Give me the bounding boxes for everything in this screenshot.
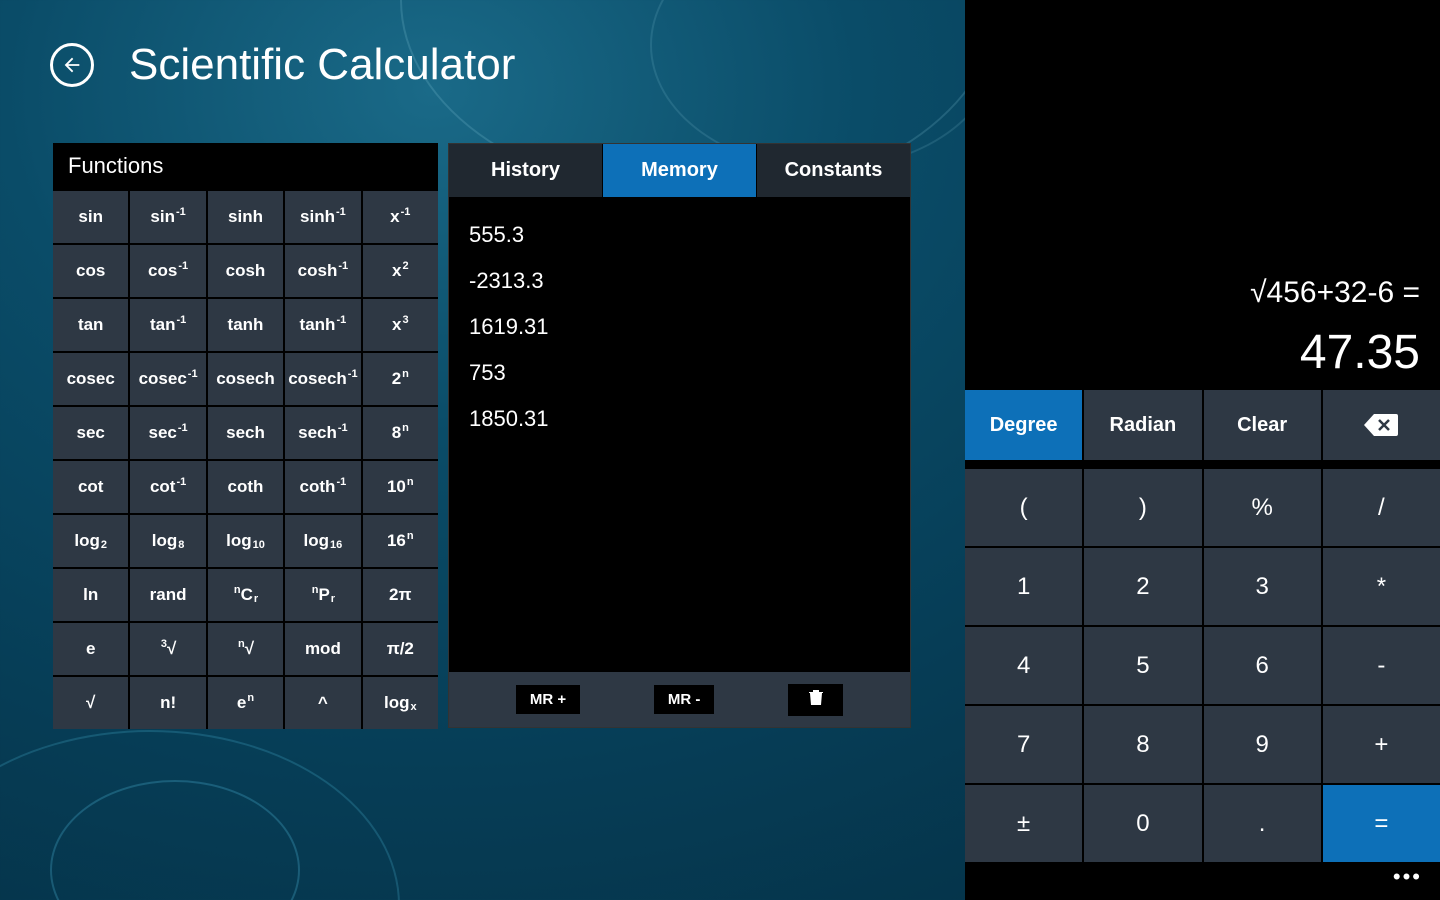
function-button[interactable]: sin-1 — [130, 191, 205, 243]
decorative-swirl — [0, 730, 400, 900]
function-button[interactable]: n! — [130, 677, 205, 729]
function-button[interactable]: mod — [285, 623, 360, 675]
function-button[interactable]: 16n — [363, 515, 438, 567]
key-[interactable]: ) — [1084, 469, 1201, 546]
function-button[interactable]: n√ — [208, 623, 283, 675]
functions-title: Functions — [53, 143, 438, 191]
function-button[interactable]: x2 — [363, 245, 438, 297]
key-[interactable]: - — [1323, 627, 1440, 704]
key-6[interactable]: 6 — [1204, 627, 1321, 704]
memory-item[interactable]: 555.3 — [469, 212, 890, 258]
function-button[interactable]: log10 — [208, 515, 283, 567]
memory-delete-button[interactable] — [788, 684, 843, 716]
degree-button[interactable]: Degree — [965, 390, 1082, 460]
function-button[interactable]: cos-1 — [130, 245, 205, 297]
function-button[interactable]: e — [53, 623, 128, 675]
function-button[interactable]: sech-1 — [285, 407, 360, 459]
key-0[interactable]: 0 — [1084, 785, 1201, 862]
function-button[interactable]: cot-1 — [130, 461, 205, 513]
function-button[interactable]: nPr — [285, 569, 360, 621]
key-9[interactable]: 9 — [1204, 706, 1321, 783]
memory-panel: HistoryMemoryConstants 555.3-2313.31619.… — [448, 143, 911, 728]
trash-icon — [809, 690, 823, 706]
mr-plus-button[interactable]: MR + — [516, 685, 580, 714]
back-button[interactable] — [50, 43, 94, 87]
function-button[interactable]: tan — [53, 299, 128, 351]
function-button[interactable]: cosech-1 — [285, 353, 360, 405]
function-button[interactable]: ln — [53, 569, 128, 621]
calculator-panel: √456+32-6 = 47.35 DegreeRadianClear()%/1… — [965, 0, 1440, 900]
key-[interactable]: = — [1323, 785, 1440, 862]
function-button[interactable]: cot — [53, 461, 128, 513]
function-button[interactable]: sec-1 — [130, 407, 205, 459]
key-7[interactable]: 7 — [965, 706, 1082, 783]
function-button[interactable]: π/2 — [363, 623, 438, 675]
function-button[interactable]: tan-1 — [130, 299, 205, 351]
function-button[interactable]: x3 — [363, 299, 438, 351]
function-button[interactable]: 8n — [363, 407, 438, 459]
tab-memory[interactable]: Memory — [603, 144, 757, 197]
key-2[interactable]: 2 — [1084, 548, 1201, 625]
memory-item[interactable]: 753 — [469, 350, 890, 396]
tab-constants[interactable]: Constants — [757, 144, 910, 197]
function-button[interactable]: 10n — [363, 461, 438, 513]
page-title: Scientific Calculator — [129, 40, 515, 90]
function-button[interactable]: cosh-1 — [285, 245, 360, 297]
memory-item[interactable]: 1619.31 — [469, 304, 890, 350]
function-button[interactable]: log2 — [53, 515, 128, 567]
key-[interactable]: + — [1323, 706, 1440, 783]
function-button[interactable]: rand — [130, 569, 205, 621]
radian-button[interactable]: Radian — [1084, 390, 1201, 460]
memory-item[interactable]: -2313.3 — [469, 258, 890, 304]
function-button[interactable]: cosec-1 — [130, 353, 205, 405]
clear-button[interactable]: Clear — [1204, 390, 1321, 460]
key-8[interactable]: 8 — [1084, 706, 1201, 783]
function-button[interactable]: en — [208, 677, 283, 729]
key-3[interactable]: 3 — [1204, 548, 1321, 625]
function-button[interactable]: logx — [363, 677, 438, 729]
decorative-swirl — [50, 780, 300, 900]
function-button[interactable]: cosech — [208, 353, 283, 405]
function-button[interactable]: sech — [208, 407, 283, 459]
function-button[interactable]: 2π — [363, 569, 438, 621]
function-button[interactable]: log16 — [285, 515, 360, 567]
function-button[interactable]: 3√ — [130, 623, 205, 675]
function-button[interactable]: sinh-1 — [285, 191, 360, 243]
result-display: 47.35 — [1300, 325, 1420, 380]
function-button[interactable]: tanh-1 — [285, 299, 360, 351]
expression-display: √456+32-6 = — [1250, 276, 1420, 310]
function-button[interactable]: log8 — [130, 515, 205, 567]
function-button[interactable]: 2n — [363, 353, 438, 405]
key-[interactable]: % — [1204, 469, 1321, 546]
function-button[interactable]: √ — [53, 677, 128, 729]
key-[interactable]: ( — [965, 469, 1082, 546]
function-button[interactable]: nCr — [208, 569, 283, 621]
more-button[interactable]: ••• — [1393, 864, 1422, 890]
key-5[interactable]: 5 — [1084, 627, 1201, 704]
key-[interactable]: ± — [965, 785, 1082, 862]
function-button[interactable]: ^ — [285, 677, 360, 729]
function-button[interactable]: sec — [53, 407, 128, 459]
function-button[interactable]: sin — [53, 191, 128, 243]
memory-item[interactable]: 1850.31 — [469, 396, 890, 442]
function-button[interactable]: cosec — [53, 353, 128, 405]
function-button[interactable]: tanh — [208, 299, 283, 351]
function-button[interactable]: coth-1 — [285, 461, 360, 513]
arrow-left-icon — [61, 54, 83, 76]
function-button[interactable]: coth — [208, 461, 283, 513]
key-[interactable]: . — [1204, 785, 1321, 862]
backspace-button[interactable] — [1323, 390, 1440, 460]
key-[interactable]: / — [1323, 469, 1440, 546]
tab-history[interactable]: History — [449, 144, 603, 197]
key-[interactable]: * — [1323, 548, 1440, 625]
key-4[interactable]: 4 — [965, 627, 1082, 704]
function-button[interactable]: x-1 — [363, 191, 438, 243]
function-button[interactable]: cos — [53, 245, 128, 297]
functions-panel: Functions sinsin-1sinhsinh-1x-1coscos-1c… — [53, 143, 438, 729]
function-button[interactable]: cosh — [208, 245, 283, 297]
backspace-icon — [1364, 414, 1398, 436]
function-button[interactable]: sinh — [208, 191, 283, 243]
key-1[interactable]: 1 — [965, 548, 1082, 625]
mr-minus-button[interactable]: MR - — [654, 685, 715, 714]
